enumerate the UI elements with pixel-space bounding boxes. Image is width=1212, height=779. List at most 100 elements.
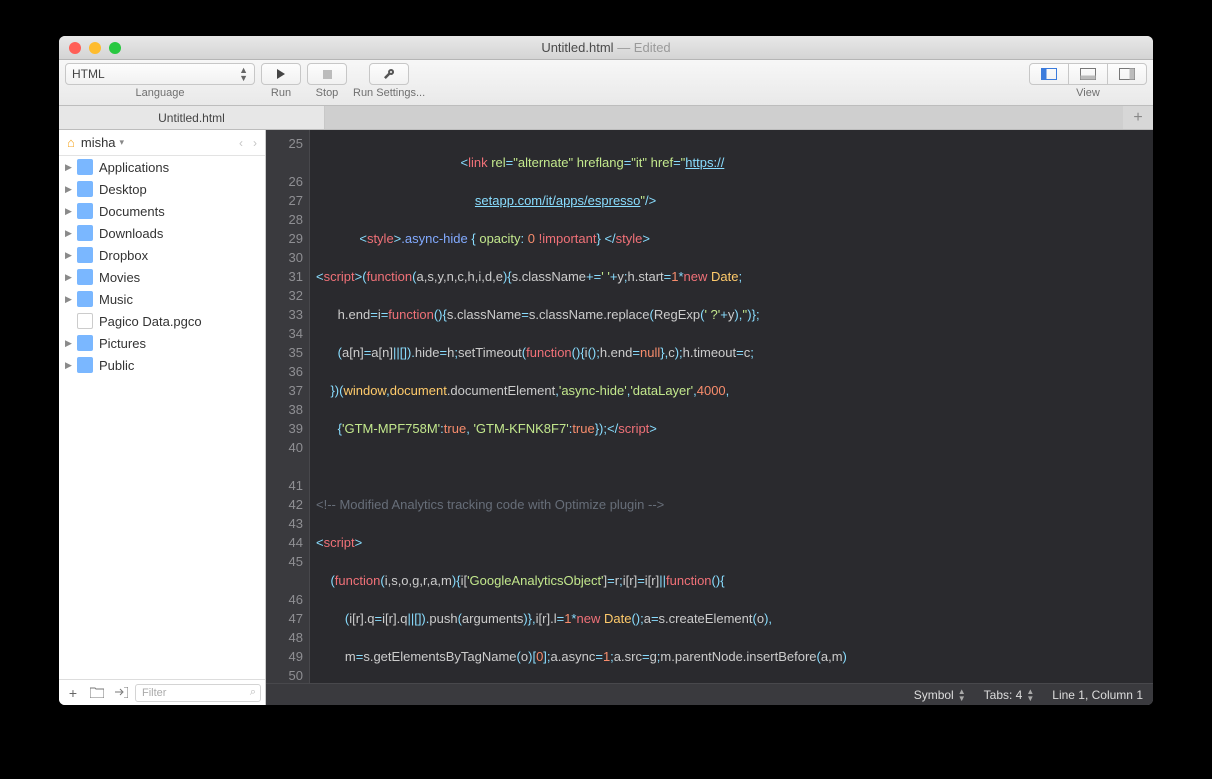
- file-row-label: Public: [99, 358, 134, 373]
- file-row[interactable]: ▶ Documents: [59, 200, 265, 222]
- file-row-label: Music: [99, 292, 133, 307]
- language-value: HTML: [72, 67, 105, 81]
- tab-strip: Untitled.html +: [59, 106, 1153, 130]
- file-row-label: Pagico Data.pgco: [99, 314, 202, 329]
- folder-icon: [77, 181, 93, 197]
- arrow-into-icon: [115, 687, 128, 698]
- search-icon: ⌕: [250, 686, 256, 699]
- title-filename: Untitled.html: [541, 40, 613, 55]
- panel-bottom-icon: [1080, 68, 1096, 80]
- language-label: Language: [136, 87, 185, 99]
- run-button[interactable]: [261, 63, 301, 85]
- file-row-label: Documents: [99, 204, 165, 219]
- app-window: Untitled.html — Edited HTML ▲▼ Language …: [59, 36, 1153, 705]
- folder-icon: [77, 269, 93, 285]
- tab-width-picker[interactable]: Tabs: 4 ▲▼: [984, 688, 1035, 702]
- folder-icon: [77, 357, 93, 373]
- file-row-label: Pictures: [99, 336, 146, 351]
- new-tab-button[interactable]: +: [1123, 106, 1153, 129]
- run-label: Run: [271, 87, 291, 99]
- file-row[interactable]: ▶ Dropbox: [59, 244, 265, 266]
- disclosure-triangle-icon[interactable]: ▶: [65, 250, 77, 261]
- file-list[interactable]: ▶ Applications ▶ Desktop ▶ Documents ▶ Download…: [59, 156, 265, 679]
- line-gutter: 2526272829303132333435363738394041424344…: [266, 130, 310, 683]
- file-row-label: Movies: [99, 270, 140, 285]
- file-row[interactable]: ▶ Music: [59, 288, 265, 310]
- language-select[interactable]: HTML ▲▼: [65, 63, 255, 85]
- run-group: Run: [261, 63, 301, 99]
- filter-placeholder: Filter: [142, 687, 166, 699]
- main-body: ⌂ misha ▾ ‹ › ▶ Applications ▶ Desktop ▶ Docu…: [59, 130, 1153, 705]
- view-left-panel-button[interactable]: [1029, 63, 1069, 85]
- runsettings-label: Run Settings...: [353, 87, 425, 99]
- disclosure-triangle-icon[interactable]: ▶: [65, 294, 77, 305]
- view-label: View: [1076, 87, 1100, 99]
- stop-label: Stop: [316, 87, 339, 99]
- file-row-label: Desktop: [99, 182, 147, 197]
- wrench-icon: [383, 68, 395, 80]
- view-right-panel-button[interactable]: [1107, 63, 1147, 85]
- panel-left-icon: [1041, 68, 1057, 80]
- file-row[interactable]: ▶ Pictures: [59, 332, 265, 354]
- titlebar: Untitled.html — Edited: [59, 36, 1153, 60]
- disclosure-triangle-icon[interactable]: ▶: [65, 360, 77, 371]
- file-row[interactable]: Pagico Data.pgco: [59, 310, 265, 332]
- symbol-picker[interactable]: Symbol ▲▼: [914, 688, 966, 702]
- file-row-label: Applications: [99, 160, 169, 175]
- file-tab[interactable]: Untitled.html: [59, 106, 325, 129]
- folder-icon: [77, 247, 93, 263]
- disclosure-triangle-icon[interactable]: ▶: [65, 228, 77, 239]
- chevron-updown-icon: ▲▼: [239, 66, 248, 82]
- breadcrumb-user: misha: [81, 135, 116, 150]
- nav-forward-button[interactable]: ›: [253, 136, 257, 150]
- code-area[interactable]: <link rel="alternate" hreflang="it" href…: [310, 130, 1153, 683]
- folder-icon: [77, 203, 93, 219]
- stop-button[interactable]: [307, 63, 347, 85]
- reveal-button[interactable]: [111, 683, 131, 703]
- new-folder-button[interactable]: [87, 683, 107, 703]
- file-row[interactable]: ▶ Public: [59, 354, 265, 376]
- status-bar: Symbol ▲▼ Tabs: 4 ▲▼ Line 1, Column 1: [266, 683, 1153, 705]
- chevron-down-icon: ▾: [120, 137, 125, 148]
- plus-icon: +: [1133, 109, 1142, 127]
- file-sidebar: ⌂ misha ▾ ‹ › ▶ Applications ▶ Desktop ▶ Docu…: [59, 130, 266, 705]
- folder-icon: [77, 225, 93, 241]
- folder-icon: [90, 687, 104, 698]
- cursor-position: Line 1, Column 1: [1052, 688, 1143, 702]
- runsettings-group: Run Settings...: [353, 63, 425, 99]
- tab-spacer: [325, 106, 1123, 129]
- file-row[interactable]: ▶ Movies: [59, 266, 265, 288]
- view-bottom-panel-button[interactable]: [1068, 63, 1108, 85]
- disclosure-triangle-icon[interactable]: ▶: [65, 206, 77, 217]
- window-title: Untitled.html — Edited: [59, 40, 1153, 55]
- disclosure-triangle-icon[interactable]: ▶: [65, 272, 77, 283]
- run-settings-button[interactable]: [369, 63, 409, 85]
- title-edited: — Edited: [617, 40, 670, 55]
- stop-group: Stop: [307, 63, 347, 99]
- file-row[interactable]: ▶ Applications: [59, 156, 265, 178]
- file-row[interactable]: ▶ Downloads: [59, 222, 265, 244]
- view-segmented: [1029, 63, 1147, 85]
- language-group: HTML ▲▼ Language: [65, 63, 255, 99]
- add-file-button[interactable]: +: [63, 683, 83, 703]
- file-icon: [77, 313, 93, 329]
- home-icon: ⌂: [67, 135, 75, 150]
- disclosure-triangle-icon[interactable]: ▶: [65, 184, 77, 195]
- path-breadcrumb[interactable]: ⌂ misha ▾ ‹ ›: [59, 130, 265, 156]
- sidebar-footer: + Filter ⌕: [59, 679, 265, 705]
- file-row[interactable]: ▶ Desktop: [59, 178, 265, 200]
- nav-back-button[interactable]: ‹: [239, 136, 243, 150]
- stop-icon: [323, 70, 332, 79]
- editor-viewport: 2526272829303132333435363738394041424344…: [266, 130, 1153, 683]
- filter-input[interactable]: Filter ⌕: [135, 684, 261, 702]
- chevron-updown-icon: ▲▼: [958, 688, 966, 702]
- disclosure-triangle-icon[interactable]: ▶: [65, 338, 77, 349]
- file-row-label: Downloads: [99, 226, 163, 241]
- disclosure-triangle-icon[interactable]: ▶: [65, 162, 77, 173]
- folder-icon: [77, 335, 93, 351]
- file-tab-label: Untitled.html: [158, 111, 225, 125]
- panel-right-icon: [1119, 68, 1135, 80]
- folder-icon: [77, 159, 93, 175]
- toolbar: HTML ▲▼ Language Run Stop: [59, 60, 1153, 106]
- file-row-label: Dropbox: [99, 248, 148, 263]
